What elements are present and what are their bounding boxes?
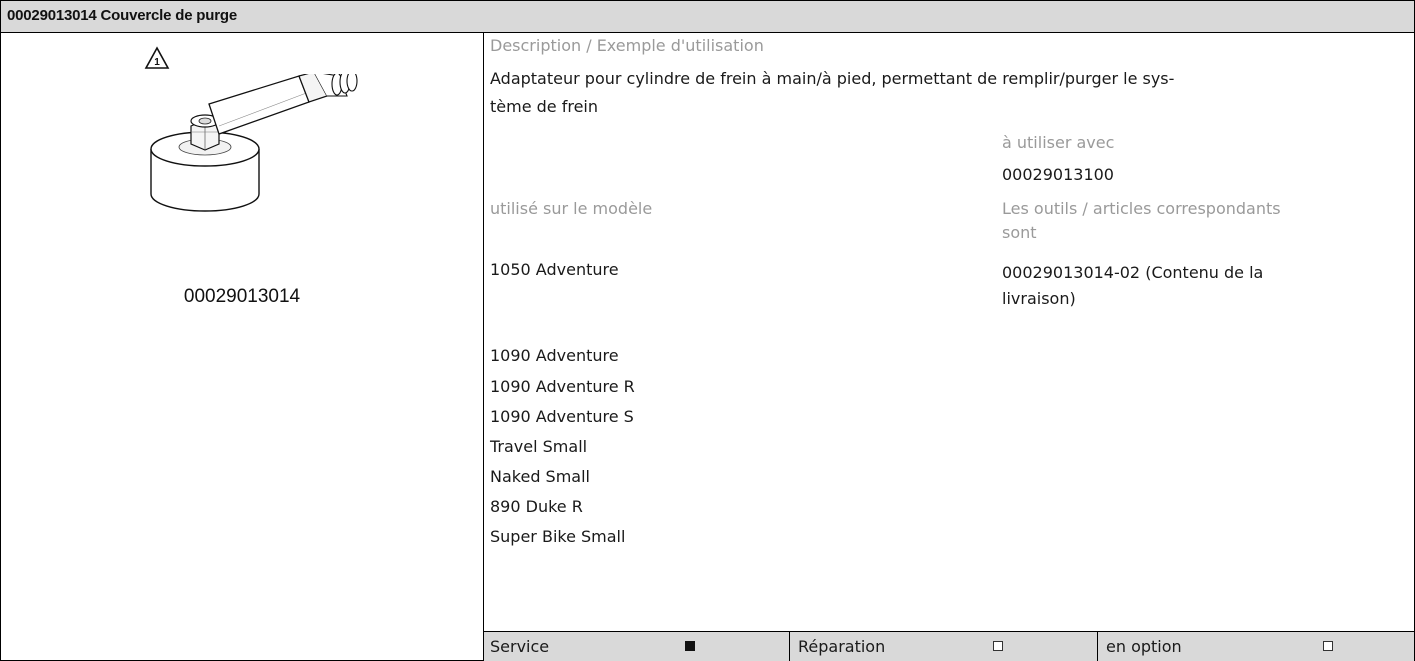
repair-label: Réparation [798, 637, 886, 656]
tool-sheet: 00029013014 Couvercle de purge 1 0002901… [0, 0, 1415, 661]
description-text-line1: Adaptateur pour cylindre de frein à main… [490, 69, 1175, 88]
service-label: Service [490, 637, 550, 656]
models-label: utilisé sur le modèle [490, 199, 653, 218]
service-checkbox[interactable] [685, 641, 695, 651]
model-item: 1050 Adventure [490, 260, 619, 279]
model-item: 1090 Adventure [490, 346, 619, 365]
model-item: Travel Small [490, 437, 588, 456]
model-item: 1090 Adventure R [490, 377, 635, 396]
warning-triangle-icon: 1 [144, 46, 170, 69]
warning-number: 1 [154, 57, 160, 68]
related-label-line2: sont [1002, 223, 1037, 242]
use-with-value: 00029013100 [1002, 165, 1114, 184]
description-text-line2: tème de frein [490, 97, 599, 116]
related-label-line1: Les outils / articles correspondants [1002, 199, 1281, 218]
cell-divider [1097, 632, 1098, 661]
tool-part-number: 00029013014 [183, 286, 301, 307]
usage-checkbox-bar: Service Réparation en option [484, 631, 1414, 661]
model-item: Super Bike Small [490, 527, 626, 546]
sheet-title: 00029013014 Couvercle de purge [7, 7, 237, 24]
related-value-line2: livraison) [1002, 289, 1076, 308]
related-value-line1: 00029013014-02 (Contenu de la [1002, 263, 1264, 282]
sheet-header: 00029013014 Couvercle de purge [1, 1, 1414, 33]
model-item: 890 Duke R [490, 497, 583, 516]
cell-divider [789, 632, 790, 661]
repair-checkbox[interactable] [993, 641, 1003, 651]
optional-label: en option [1106, 637, 1182, 656]
use-with-label: à utiliser avec [1002, 133, 1115, 152]
column-divider [483, 33, 484, 660]
description-label: Description / Exemple d'utilisation [490, 36, 764, 55]
optional-checkbox[interactable] [1323, 641, 1333, 651]
model-item: 1090 Adventure S [490, 407, 634, 426]
model-item: Naked Small [490, 467, 590, 486]
bleed-cover-illustration [150, 74, 358, 212]
